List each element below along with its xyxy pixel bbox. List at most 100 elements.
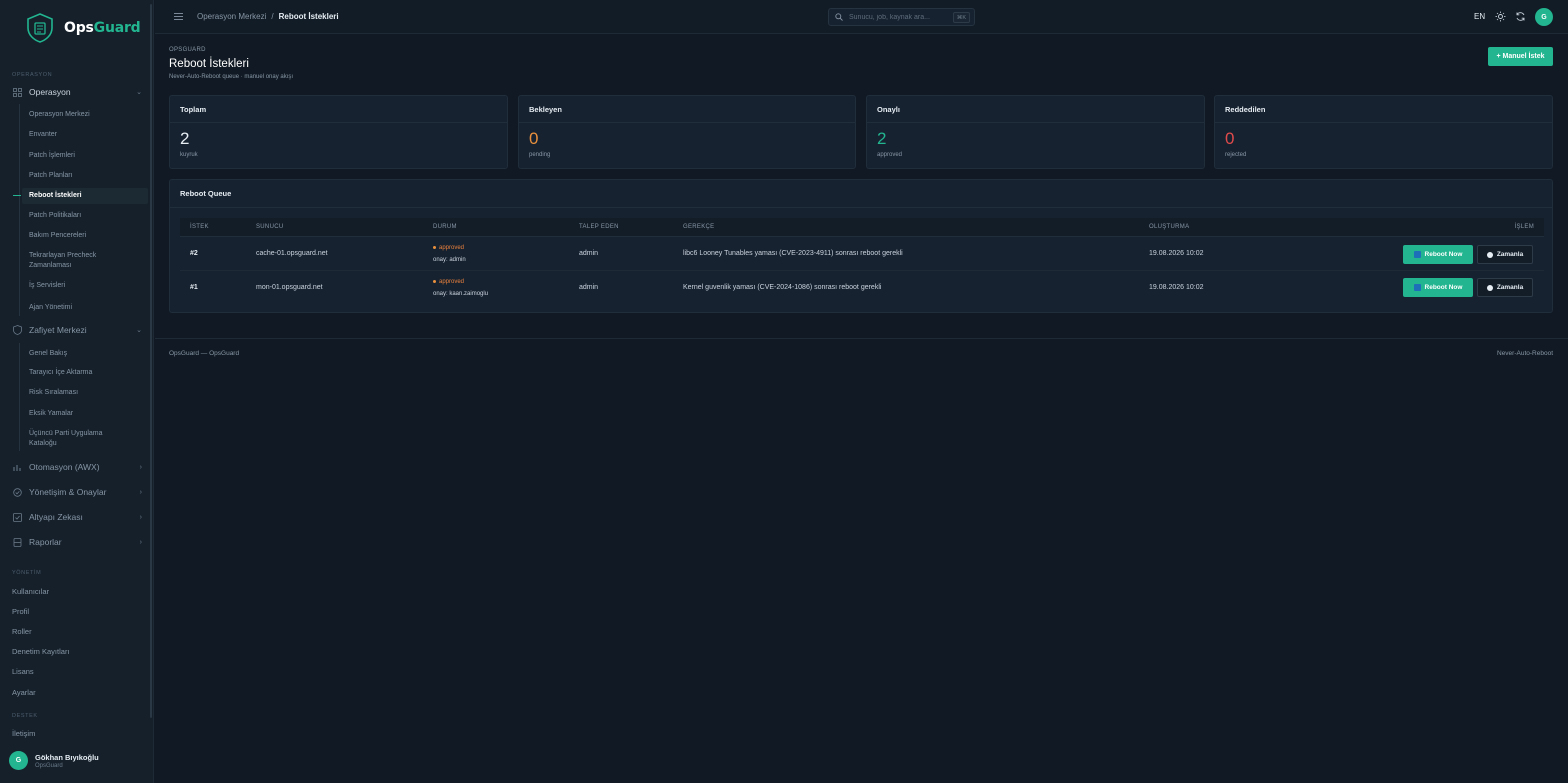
chevron-right-icon: › (139, 538, 142, 546)
sidebar-item-reboot-istekleri[interactable]: Reboot İstekleri (22, 188, 148, 204)
sidebar-group-label: Otomasyon (AWX) (29, 462, 100, 472)
stat-label: Toplam (180, 105, 207, 114)
sidebar-item-patch-islemleri[interactable]: Patch İşlemleri (29, 151, 147, 161)
reboot-icon (1413, 251, 1421, 258)
breadcrumb-separator: / (271, 12, 274, 21)
column-header-olusturma[interactable]: OLUŞTURMA (1149, 224, 1189, 230)
column-header-gerekce[interactable]: GEREKÇE (683, 224, 714, 230)
column-header-durum[interactable]: DURUM (433, 224, 457, 230)
sidebar-item-genel-bakis[interactable]: Genel Bakış (29, 349, 147, 359)
sidebar-item-eksik-yamalar[interactable]: Eksik Yamalar (29, 409, 147, 419)
stat-value: 0 (529, 129, 539, 148)
table-header: İSTEK SUNUCU DURUM TALEP EDEN GEREKÇE OL… (180, 218, 1544, 237)
sidebar-group-altyapi[interactable]: Altyapı Zekası › (12, 509, 142, 525)
status-dot (433, 279, 436, 283)
user-profile[interactable]: G Gökhan Bıyıkoğlu OpsGuard (9, 751, 99, 770)
page-eyebrow: OPSGUARD (169, 47, 206, 53)
sidebar-item-tarayici[interactable]: Tarayıcı İçe Aktarma (29, 368, 147, 378)
stat-caption: rejected (1225, 152, 1247, 158)
panel-title: Reboot Queue (180, 189, 232, 198)
sidebar-group-zafiyet[interactable]: Zafiyet Merkezi ⌄ (12, 322, 142, 338)
sidebar-group-operasyon[interactable]: Operasyon ⌄ (12, 84, 142, 100)
stat-value: 2 (180, 129, 190, 148)
schedule-button[interactable]: Zamanla (1477, 245, 1533, 264)
search-icon (835, 13, 843, 21)
chevron-right-icon: › (139, 463, 142, 471)
search-input[interactable] (849, 13, 949, 21)
divider (519, 122, 855, 123)
stat-caption: kuyruk (180, 152, 198, 158)
status-dot (433, 245, 436, 249)
created-at: 19.08.2026 10:02 (1149, 284, 1204, 291)
sidebar-group-yonetisim[interactable]: Yönetişim & Onaylar › (12, 484, 142, 500)
column-header-sunucu[interactable]: SUNUCU (256, 224, 283, 230)
chevron-right-icon: › (139, 513, 142, 521)
stat-card-bekleyen: Bekleyen 0 pending (518, 95, 856, 169)
sidebar-group-otomasyon[interactable]: Otomasyon (AWX) › (12, 459, 142, 475)
sidebar-item-denetim[interactable]: Denetim Kayıtları (12, 647, 70, 656)
sidebar-item-envanter[interactable]: Envanter (29, 130, 147, 140)
server-name: cache-01.opsguard.net (256, 250, 328, 257)
stat-value: 2 (877, 129, 887, 148)
language-toggle[interactable]: EN (1474, 12, 1485, 21)
divider (170, 207, 1552, 208)
refresh-icon[interactable] (1515, 11, 1526, 22)
approver: onay: admin (433, 257, 466, 263)
search-box[interactable]: ⌘K (828, 8, 975, 26)
sidebar-item-risk[interactable]: Risk Sıralaması (29, 388, 147, 398)
sidebar-item-patch-planlari[interactable]: Patch Planları (29, 171, 147, 181)
sidebar-item-ayarlar[interactable]: Ayarlar (12, 688, 36, 697)
brand-name: OpsGuard (64, 20, 141, 36)
checkbox-icon (12, 512, 22, 522)
divider (1215, 122, 1552, 123)
sidebar-item-iletisim[interactable]: İletişim (12, 729, 35, 738)
brand-name-guard: Guard (93, 20, 141, 36)
section-title-operasyon: OPERASYON (12, 72, 53, 78)
sidebar-item-precheck[interactable]: Tekrarlayan Precheck Zamanlaması (29, 251, 119, 271)
requester: admin (579, 250, 599, 257)
section-title-destek: DESTEK (12, 713, 38, 719)
menu-icon[interactable] (174, 12, 183, 21)
section-title-yonetim: YÖNETİM (12, 570, 42, 576)
sidebar: OpsGuard OPERASYON Operasyon ⌄ Operasyon… (0, 0, 154, 783)
column-header-istek[interactable]: İSTEK (190, 224, 209, 230)
chevron-down-icon: ⌄ (136, 327, 142, 334)
breadcrumb-parent[interactable]: Operasyon Merkezi (197, 12, 266, 21)
reboot-queue-panel: Reboot Queue İSTEK SUNUCU DURUM TALEP ED… (169, 179, 1553, 313)
tree-line (19, 343, 20, 451)
stat-label: Bekleyen (529, 105, 562, 114)
sidebar-item-operasyon-merkezi[interactable]: Operasyon Merkezi (29, 110, 147, 120)
request-id: #1 (190, 284, 198, 291)
active-indicator (13, 195, 21, 196)
footer-divider (155, 338, 1568, 339)
brand-logo[interactable]: OpsGuard (24, 12, 141, 44)
grid-icon (12, 87, 22, 97)
column-header-talep-eden[interactable]: TALEP EDEN (579, 224, 619, 230)
sidebar-item-katalog[interactable]: Üçüncü Parti Uygulama Kataloğu (29, 429, 119, 449)
server-name: mon-01.opsguard.net (256, 284, 323, 291)
sidebar-item-patch-politikalari[interactable]: Patch Politikaları (29, 211, 147, 221)
reboot-now-button[interactable]: Reboot Now (1403, 278, 1473, 297)
stat-label: Reddedilen (1225, 105, 1266, 114)
shield-icon (12, 325, 22, 335)
status-text: approved (439, 279, 465, 285)
stat-label: Onaylı (877, 105, 900, 114)
sidebar-group-raporlar[interactable]: Raporlar › (12, 534, 142, 550)
sidebar-item-profil[interactable]: Profil (12, 607, 29, 616)
sun-icon[interactable] (1495, 11, 1506, 22)
sidebar-item-kullanicilar[interactable]: Kullanıcılar (12, 587, 49, 596)
stat-caption: approved (877, 152, 903, 158)
schedule-button[interactable]: Zamanla (1477, 278, 1533, 297)
sidebar-item-bakim-pencereleri[interactable]: Bakım Pencereleri (29, 231, 147, 241)
avatar[interactable]: G (1535, 8, 1553, 26)
check-circle-icon (12, 487, 22, 497)
sidebar-scrollbar[interactable] (150, 4, 152, 718)
sidebar-item-ajan-yonetimi[interactable]: Ajan Yönetimi (29, 303, 147, 313)
topbar: Operasyon Merkezi / Reboot İstekleri ⌘K EN… (155, 0, 1568, 34)
clock-icon (1486, 251, 1493, 258)
sidebar-item-is-servisleri[interactable]: İş Servisleri (29, 281, 147, 291)
reboot-now-button[interactable]: Reboot Now (1403, 245, 1473, 264)
sidebar-item-lisans[interactable]: Lisans (12, 667, 34, 676)
manual-request-button[interactable]: + Manuel İstek (1488, 47, 1553, 66)
sidebar-item-roller[interactable]: Roller (12, 627, 32, 636)
